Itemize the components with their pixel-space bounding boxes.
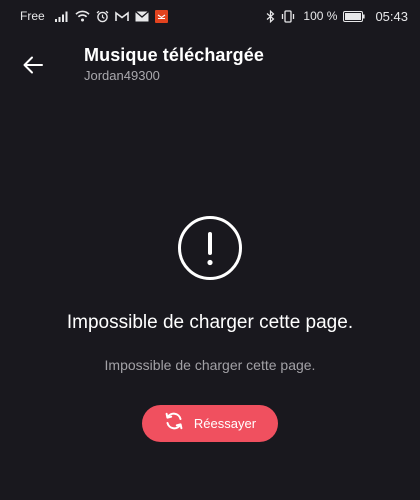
error-title: Impossible de charger cette page.	[66, 312, 354, 333]
mail-icon	[134, 10, 149, 22]
battery-percentage: 100 %	[303, 9, 338, 23]
vibrate-icon	[281, 9, 295, 23]
app-notification-icon	[154, 9, 168, 23]
clock: 05:43	[375, 8, 408, 24]
signal-icon	[54, 11, 69, 22]
battery-icon	[343, 10, 366, 22]
bluetooth-icon	[266, 9, 275, 23]
back-button[interactable]	[18, 52, 48, 82]
status-bar-right: 100 % 05:43	[266, 9, 408, 24]
carrier-label: Free	[20, 9, 45, 23]
retry-label: Réessayer	[193, 416, 257, 431]
arrow-left-icon	[23, 56, 43, 79]
screen: Free 100 % 05:43 Musique téléchargée Jor…	[0, 0, 420, 500]
status-bar: Free 100 % 05:43	[0, 0, 420, 32]
error-message: Impossible de charger cette page.	[104, 357, 316, 373]
page-subtitle: Jordan49300	[84, 68, 160, 83]
gmail-icon	[114, 10, 129, 22]
retry-button[interactable]: Réessayer	[142, 405, 278, 442]
header-title-block: Musique téléchargée Jordan49300	[84, 44, 264, 84]
page-title: Musique téléchargée	[84, 45, 264, 65]
wifi-icon	[75, 10, 90, 22]
exclamation-circle-icon	[177, 215, 243, 281]
alarm-icon	[96, 10, 109, 23]
status-bar-left: Free	[20, 9, 168, 23]
app-bar: Musique téléchargée Jordan49300	[0, 40, 420, 92]
refresh-icon	[164, 411, 184, 436]
